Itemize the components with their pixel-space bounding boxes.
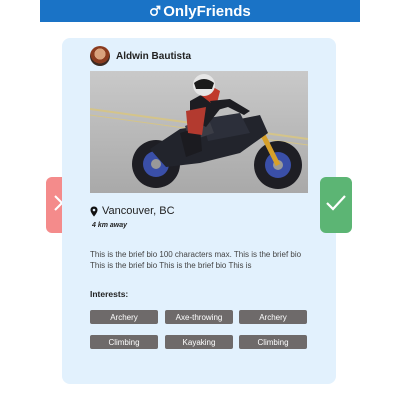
profile-card: Aldwin Bautista Vancouver, BC 4 km away … — [62, 38, 336, 384]
app-page: OnlyFriends Aldwin Bautista Vancouver, B… — [0, 0, 400, 400]
interest-chip[interactable]: Archery — [239, 310, 307, 324]
app-title: OnlyFriends — [163, 2, 251, 20]
interest-chip[interactable]: Climbing — [90, 335, 158, 349]
app-header: OnlyFriends — [40, 0, 360, 22]
profile-name: Aldwin Bautista — [116, 50, 192, 62]
checkmark-icon — [325, 194, 347, 217]
avatar — [90, 46, 110, 66]
distance-text: 4 km away — [92, 222, 128, 229]
map-pin-icon — [90, 206, 98, 217]
interests-label: Interests: — [90, 289, 129, 299]
location-row: Vancouver, BC — [90, 205, 175, 217]
interest-chip[interactable]: Axe-throwing — [165, 310, 233, 324]
accept-button[interactable] — [320, 177, 352, 233]
interest-chip[interactable]: Climbing — [239, 335, 307, 349]
male-symbol-icon — [149, 5, 161, 17]
profile-photo — [90, 71, 308, 193]
bio-text: This is the brief bio 100 characters max… — [90, 250, 302, 270]
interest-chip[interactable]: Archery — [90, 310, 158, 324]
interest-chip[interactable]: Kayaking — [165, 335, 233, 349]
profile-header: Aldwin Bautista — [90, 46, 191, 66]
location-text: Vancouver, BC — [102, 205, 175, 217]
